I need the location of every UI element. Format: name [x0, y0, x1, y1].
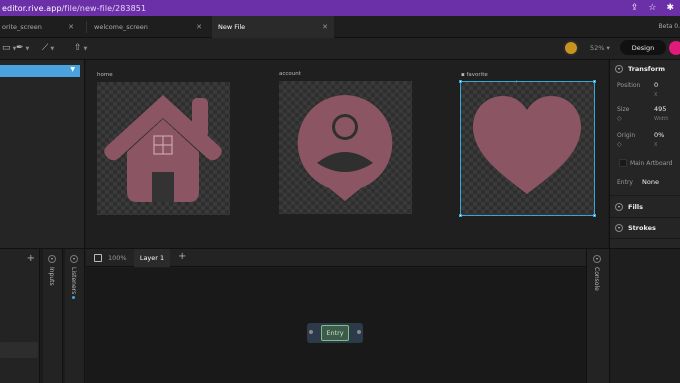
artboard-favorite[interactable]: ▪ favorite ⟶	[459, 72, 596, 217]
export-icon: ⇧	[74, 43, 82, 53]
url-field[interactable]: editor.rive.app/file/new-file/283851	[0, 4, 146, 13]
resize-handle[interactable]	[593, 80, 596, 83]
transform-title: Transform	[628, 65, 666, 73]
resize-handle[interactable]	[459, 80, 462, 83]
node-port[interactable]	[309, 330, 313, 334]
star-icon[interactable]: ☆	[648, 2, 656, 14]
size-label: Size	[617, 106, 630, 113]
state-machine-area: + Inputs Listeners 100% Layer 1 + Consol…	[0, 248, 680, 383]
artboard-account[interactable]: account	[279, 71, 412, 214]
position-label: Position	[617, 82, 641, 89]
entry-node-label: Entry	[321, 325, 349, 341]
link-icon[interactable]: ◇	[617, 115, 622, 122]
entry-label: Entry	[617, 179, 633, 186]
close-icon[interactable]: ✕	[68, 23, 74, 31]
pen-tool-button[interactable]: ✒ ▼	[16, 43, 29, 53]
status-dot	[72, 296, 75, 299]
main-artboard-label: Main Artboard	[630, 160, 673, 167]
tab-label: New File	[218, 23, 246, 31]
entry-state-node[interactable]: Entry	[307, 323, 363, 343]
close-icon[interactable]: ✕	[196, 23, 202, 31]
collapse-toggle-icon[interactable]	[593, 255, 601, 263]
tab-favorite-screen[interactable]: orite_screen ✕	[0, 16, 80, 38]
artboard-home[interactable]: home	[97, 72, 230, 215]
artboard-label: home	[97, 72, 113, 78]
entry-select[interactable]: None	[642, 178, 659, 186]
file-tab-strip: orite_screen ✕ welcome_screen ✕ New File…	[0, 16, 680, 38]
browser-address-bar: editor.rive.app/file/new-file/283851 ⇪ ☆…	[0, 0, 680, 16]
rotate-handle-icon[interactable]: ⟶	[509, 78, 518, 85]
collapse-toggle-icon[interactable]	[615, 65, 623, 73]
link-icon[interactable]: ◇	[617, 141, 622, 148]
resize-handle[interactable]	[593, 214, 596, 217]
inspector-panel: Transform Position 0 X Size 495 Width ◇ …	[609, 60, 680, 248]
bone-icon: ⟋	[42, 43, 49, 53]
account-icon	[297, 95, 393, 201]
state-machine-field[interactable]	[0, 342, 38, 358]
state-machine-list: +	[0, 249, 40, 383]
console-label: Console	[593, 267, 600, 291]
beta-label: Beta 0.	[658, 23, 680, 30]
export-tool-button[interactable]: ⇧ ▼	[74, 43, 87, 53]
fills-title: Fills	[628, 203, 643, 211]
layer-tab-bar: 100% Layer 1 +	[86, 249, 586, 267]
resize-handle[interactable]	[459, 214, 462, 217]
selected-hierarchy-item[interactable]: ▼	[0, 65, 80, 77]
origin-label: Origin	[617, 132, 636, 139]
origin-x-field[interactable]: 0%	[654, 131, 664, 139]
collapse-toggle-icon[interactable]	[615, 203, 623, 211]
layout-icon[interactable]	[94, 254, 102, 262]
main-artboard-checkbox[interactable]	[619, 159, 627, 167]
fills-section-header[interactable]: Fills	[610, 203, 680, 211]
avatar[interactable]	[563, 40, 579, 56]
chevron-down-icon: ▼	[70, 66, 75, 73]
tab-label: orite_screen	[2, 23, 42, 31]
graph-zoom[interactable]: 100%	[108, 254, 127, 262]
tab-layer-1[interactable]: Layer 1	[134, 249, 170, 267]
house-icon	[104, 95, 222, 202]
shape-tool-button[interactable]: ▭ ▼	[2, 43, 16, 53]
tab-new-file[interactable]: New File ✕	[212, 16, 334, 38]
console-panel: Console	[586, 249, 610, 383]
bottom-right-panel	[611, 249, 680, 383]
artboard-label: account	[279, 71, 301, 77]
tab-welcome-screen[interactable]: welcome_screen ✕	[88, 16, 208, 38]
share-icon[interactable]: ⇪	[631, 2, 639, 14]
close-icon[interactable]: ✕	[322, 23, 328, 31]
strokes-section-header[interactable]: Strokes	[610, 224, 680, 232]
tab-label: welcome_screen	[94, 23, 148, 31]
hierarchy-panel: ▼	[0, 60, 85, 248]
zoom-level[interactable]: 52% ▾	[590, 44, 610, 52]
url-path: /file/new-file/283851	[61, 3, 147, 13]
origin-x-sub: X	[654, 142, 658, 148]
extensions-icon[interactable]: ✱	[666, 2, 674, 14]
collapse-toggle-icon[interactable]	[48, 255, 56, 263]
node-port[interactable]	[357, 330, 361, 334]
size-width-field[interactable]: 495	[654, 105, 666, 113]
position-x-field[interactable]: 0	[654, 81, 658, 89]
url-host: editor.rive.app	[2, 3, 62, 13]
stage-canvas[interactable]: home account ▪ favorite ⟶	[86, 60, 608, 248]
pen-icon: ✒	[16, 43, 24, 53]
rectangle-icon: ▭	[2, 43, 11, 53]
inputs-label: Inputs	[48, 267, 55, 286]
listeners-panel: Listeners	[65, 249, 85, 383]
size-width-sub: Width	[654, 116, 669, 122]
bone-tool-button[interactable]: ⟋ ▼	[42, 43, 54, 53]
collapse-toggle-icon[interactable]	[615, 224, 623, 232]
design-mode-button[interactable]: Design	[620, 40, 666, 55]
add-layer-button[interactable]: +	[178, 251, 186, 262]
heart-icon	[473, 96, 581, 194]
transform-section-header[interactable]: Transform	[610, 65, 680, 73]
strokes-title: Strokes	[628, 224, 656, 232]
add-state-machine-button[interactable]: +	[27, 253, 35, 264]
artboard-label: ▪ favorite	[461, 72, 488, 78]
animate-mode-toggle[interactable]	[669, 41, 680, 55]
listeners-label: Listeners	[70, 267, 77, 295]
inputs-panel: Inputs	[43, 249, 63, 383]
collapse-toggle-icon[interactable]	[70, 255, 78, 263]
position-x-sub: X	[654, 92, 658, 98]
